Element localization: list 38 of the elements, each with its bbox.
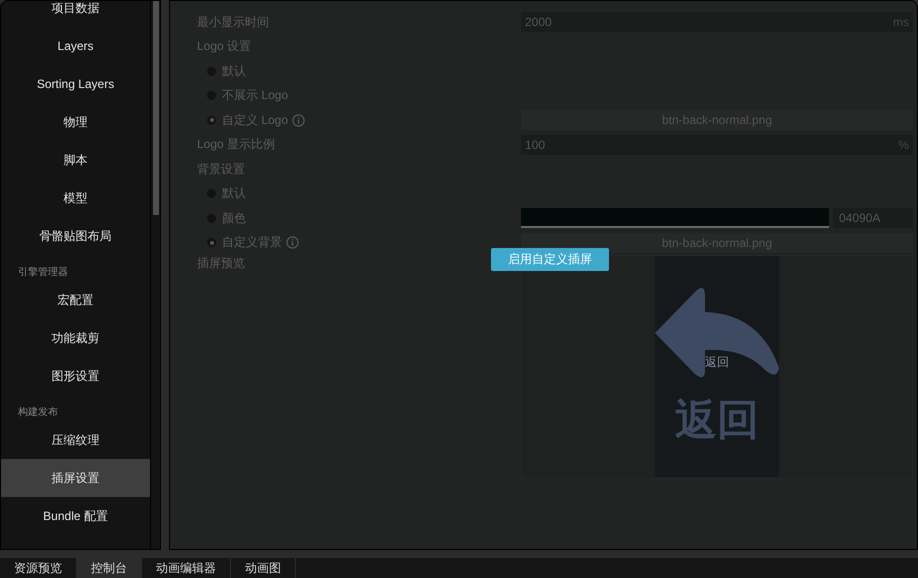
- radio-label: 自定义背景: [222, 234, 282, 252]
- sidebar-item[interactable]: 物理: [1, 103, 150, 141]
- field-label: 插屏预览: [197, 256, 245, 270]
- radio-label: 不展示 Logo: [222, 87, 288, 104]
- field-label: Logo 显示比例: [197, 136, 276, 154]
- sidebar-item[interactable]: 压缩纹理: [1, 421, 150, 459]
- panel-tab[interactable]: 控制台: [77, 558, 142, 578]
- radio-button[interactable]: [207, 238, 216, 248]
- field-label: 最小显示时间: [197, 14, 270, 31]
- back-arrow-icon: [655, 288, 779, 378]
- panel-tab[interactable]: 动画图: [231, 558, 296, 578]
- radio-label: 默认: [222, 185, 246, 202]
- sidebar-item[interactable]: Bundle 配置: [1, 497, 150, 535]
- sidebar-item[interactable]: 图形设置: [1, 357, 150, 395]
- radio-label: 自定义 Logo: [222, 112, 288, 129]
- sidebar-item[interactable]: 宏配置: [1, 281, 150, 319]
- sidebar-item[interactable]: 模型: [1, 179, 150, 217]
- group-label: 背景设置: [197, 160, 246, 178]
- sidebar-item[interactable]: 骨骼贴图布局: [1, 217, 150, 255]
- section-header: 构建发布: [17, 406, 59, 420]
- section-header: 引擎管理器: [17, 266, 69, 280]
- color-swatch[interactable]: [521, 208, 829, 228]
- sidebar-item[interactable]: Layers: [1, 27, 150, 65]
- info-icon[interactable]: [286, 236, 299, 250]
- group-label: Logo 设置: [197, 38, 252, 56]
- panel-tab[interactable]: 动画编辑器: [142, 558, 231, 578]
- sidebar-item[interactable]: 插屏设置: [1, 459, 150, 497]
- radio-label: 颜色: [222, 210, 246, 227]
- sidebar-item[interactable]: Sorting Layers: [1, 65, 150, 103]
- image-text: 返回: [705, 354, 729, 371]
- radio-label: 默认: [222, 62, 246, 80]
- image-text: 返回: [675, 395, 759, 445]
- sidebar-item[interactable]: 项目数据: [1, 0, 150, 27]
- scrollbar-thumb[interactable]: [153, 1, 160, 215]
- info-icon[interactable]: [292, 114, 306, 127]
- radio-button[interactable]: [207, 116, 216, 125]
- sidebar-item[interactable]: 脚本: [1, 141, 150, 179]
- sidebar-item[interactable]: 功能裁剪: [1, 319, 150, 357]
